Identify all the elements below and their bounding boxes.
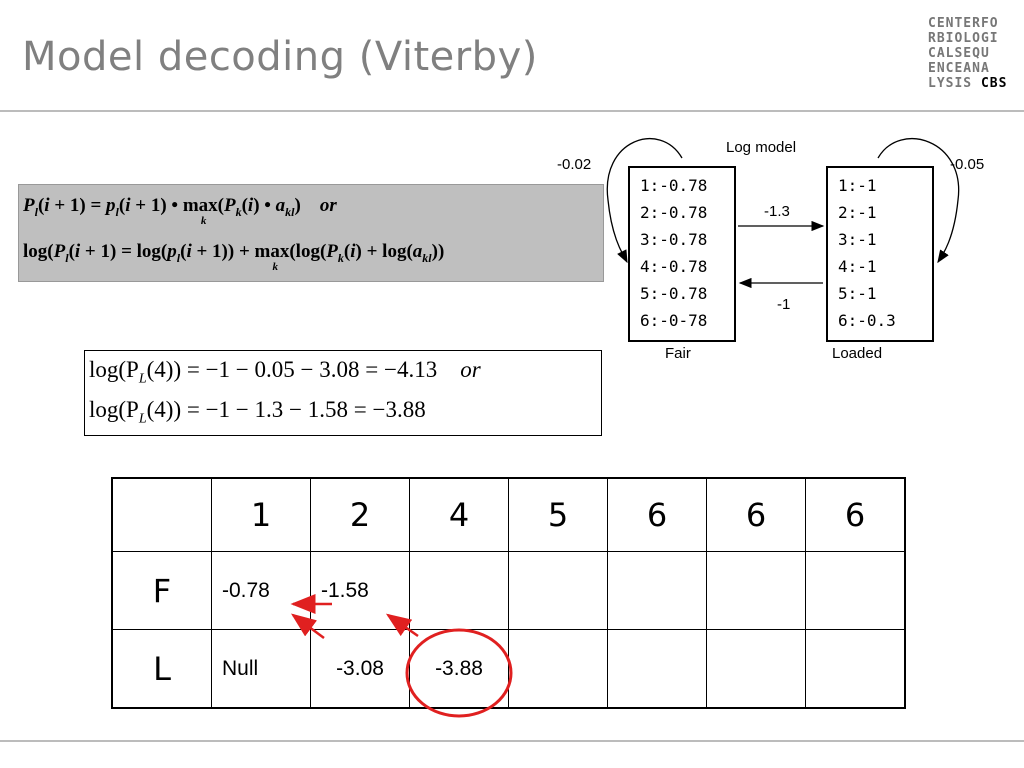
bottom-divider	[0, 740, 1024, 742]
backtrace-arrow-l4-to-f2	[385, 613, 419, 638]
backtrace-annotations	[290, 594, 513, 718]
best-path-highlight-circle	[405, 628, 513, 718]
backtrace-arrow-l2-to-f1	[290, 613, 325, 640]
